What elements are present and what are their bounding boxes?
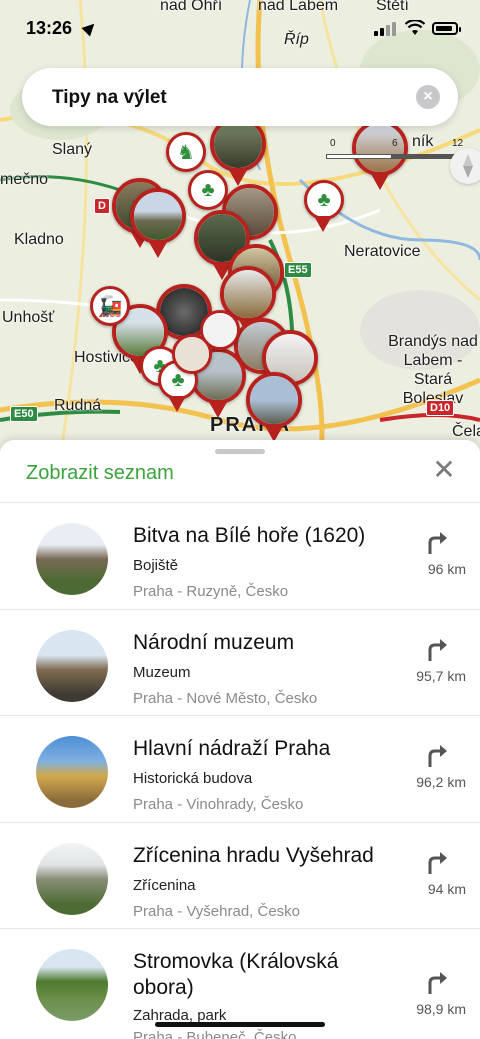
battery-icon bbox=[432, 22, 461, 35]
home-indicator[interactable] bbox=[155, 1022, 325, 1027]
map-photo-pin[interactable] bbox=[246, 372, 302, 428]
search-bar[interactable]: Tipy na výlet × bbox=[22, 68, 458, 126]
place-address: Praha - Ruzyně, Česko bbox=[133, 583, 289, 600]
map-label: Rudná bbox=[54, 397, 102, 414]
scale-label: 0 bbox=[330, 138, 336, 149]
pin-tail bbox=[149, 242, 167, 258]
place-distance: 95,7 km bbox=[416, 667, 466, 684]
place-type: Historická budova bbox=[133, 770, 253, 787]
map-photo-pin[interactable] bbox=[172, 334, 212, 374]
list-item[interactable]: Hlavní nádraží Praha Historická budova P… bbox=[0, 716, 480, 823]
place-distance: 96 km bbox=[427, 561, 466, 577]
compass-icon[interactable] bbox=[450, 148, 480, 184]
place-thumbnail bbox=[36, 736, 108, 808]
map-label: Neratovice bbox=[344, 243, 421, 260]
clover-pin-icon[interactable]: ♣ bbox=[304, 180, 344, 220]
map-label: Kladno bbox=[14, 231, 64, 248]
show-list-button[interactable]: Zobrazit seznam bbox=[26, 462, 174, 485]
map-label: mečno bbox=[0, 171, 49, 188]
close-icon[interactable]: ✕ bbox=[430, 456, 458, 484]
list-item[interactable]: Zřícenina hradu Vyšehrad Zřícenina Praha… bbox=[0, 823, 480, 929]
train-pin-icon[interactable]: 🚂 bbox=[90, 286, 130, 326]
cellular-signal-icon bbox=[374, 22, 396, 36]
list-item[interactable]: Stromovka (Královská obora) Zahrada, par… bbox=[0, 929, 480, 1039]
place-title: Hlavní nádraží Praha bbox=[133, 737, 331, 760]
place-distance: 98,9 km bbox=[416, 1001, 466, 1017]
place-address: Praha - Vinohrady, Česko bbox=[133, 796, 304, 813]
pin-tail bbox=[209, 402, 227, 418]
place-title: Bitva na Bílé hoře (1620) bbox=[133, 524, 366, 547]
status-bar: 13:26 bbox=[0, 0, 480, 56]
directions-icon[interactable] bbox=[426, 740, 450, 768]
scale-label: 6 bbox=[392, 138, 398, 149]
directions-icon[interactable] bbox=[426, 967, 450, 995]
place-type: Muzeum bbox=[133, 663, 191, 681]
map-label: Brandýs nad Labem - Stará Boleslav bbox=[388, 333, 478, 407]
place-distance: 96,2 km bbox=[416, 774, 466, 790]
pin-tail bbox=[371, 174, 389, 190]
place-thumbnail bbox=[36, 523, 108, 595]
map-label: Slaný bbox=[52, 141, 93, 158]
directions-icon[interactable] bbox=[426, 527, 450, 555]
map-photo-pin[interactable] bbox=[130, 188, 186, 244]
wifi-icon bbox=[405, 20, 425, 35]
list-item[interactable]: Bitva na Bílé hoře (1620) Bojiště Praha … bbox=[0, 503, 480, 610]
place-type: Bojiště bbox=[133, 557, 179, 574]
status-time: 13:26 bbox=[26, 18, 73, 38]
location-arrow-icon bbox=[81, 19, 99, 37]
scale-bar bbox=[326, 154, 456, 159]
clover-pin-icon[interactable]: ♣ bbox=[188, 170, 228, 210]
place-title: Stromovka (Královská obora) bbox=[133, 950, 339, 999]
road-badge: D10 bbox=[426, 400, 455, 416]
place-title: Národní muzeum bbox=[133, 630, 295, 654]
place-thumbnail bbox=[36, 629, 108, 702]
sheet-header: Zobrazit seznam ✕ bbox=[0, 454, 480, 502]
place-thumbnail bbox=[36, 949, 108, 1021]
animal-pin-icon[interactable]: ♞ bbox=[166, 132, 206, 172]
place-list: Bitva na Bílé hoře (1620) Bojiště Praha … bbox=[0, 503, 480, 1039]
road-badge: E50 bbox=[10, 406, 38, 422]
directions-icon[interactable] bbox=[426, 634, 450, 662]
search-title: Tipy na výlet bbox=[52, 87, 167, 108]
place-thumbnail bbox=[36, 842, 108, 915]
road-badge: D bbox=[94, 198, 110, 214]
place-title: Zřícenina hradu Vyšehrad bbox=[133, 843, 374, 867]
pin-tail bbox=[314, 216, 332, 232]
map-scale: 0 6 12 bbox=[326, 138, 463, 168]
bottom-sheet[interactable]: Zobrazit seznam ✕ Bitva na Bílé hoře (16… bbox=[0, 440, 480, 1039]
place-address: Praha - Nové Město, Česko bbox=[133, 689, 318, 707]
pin-tail bbox=[168, 396, 186, 412]
place-distance: 94 km bbox=[427, 880, 466, 897]
map-label: Čela bbox=[452, 423, 480, 440]
list-item[interactable]: Národní muzeum Muzeum Praha - Nové Město… bbox=[0, 610, 480, 716]
place-type: Zřícenina bbox=[133, 876, 196, 894]
clear-icon[interactable]: × bbox=[416, 85, 440, 109]
directions-icon[interactable] bbox=[426, 847, 450, 875]
place-address: Praha - Vyšehrad, Česko bbox=[133, 902, 301, 920]
road-badge: E55 bbox=[284, 262, 312, 278]
map-label: Unhošť bbox=[2, 309, 55, 326]
place-address: Praha - Bubeneč, Česko bbox=[133, 1029, 297, 1039]
